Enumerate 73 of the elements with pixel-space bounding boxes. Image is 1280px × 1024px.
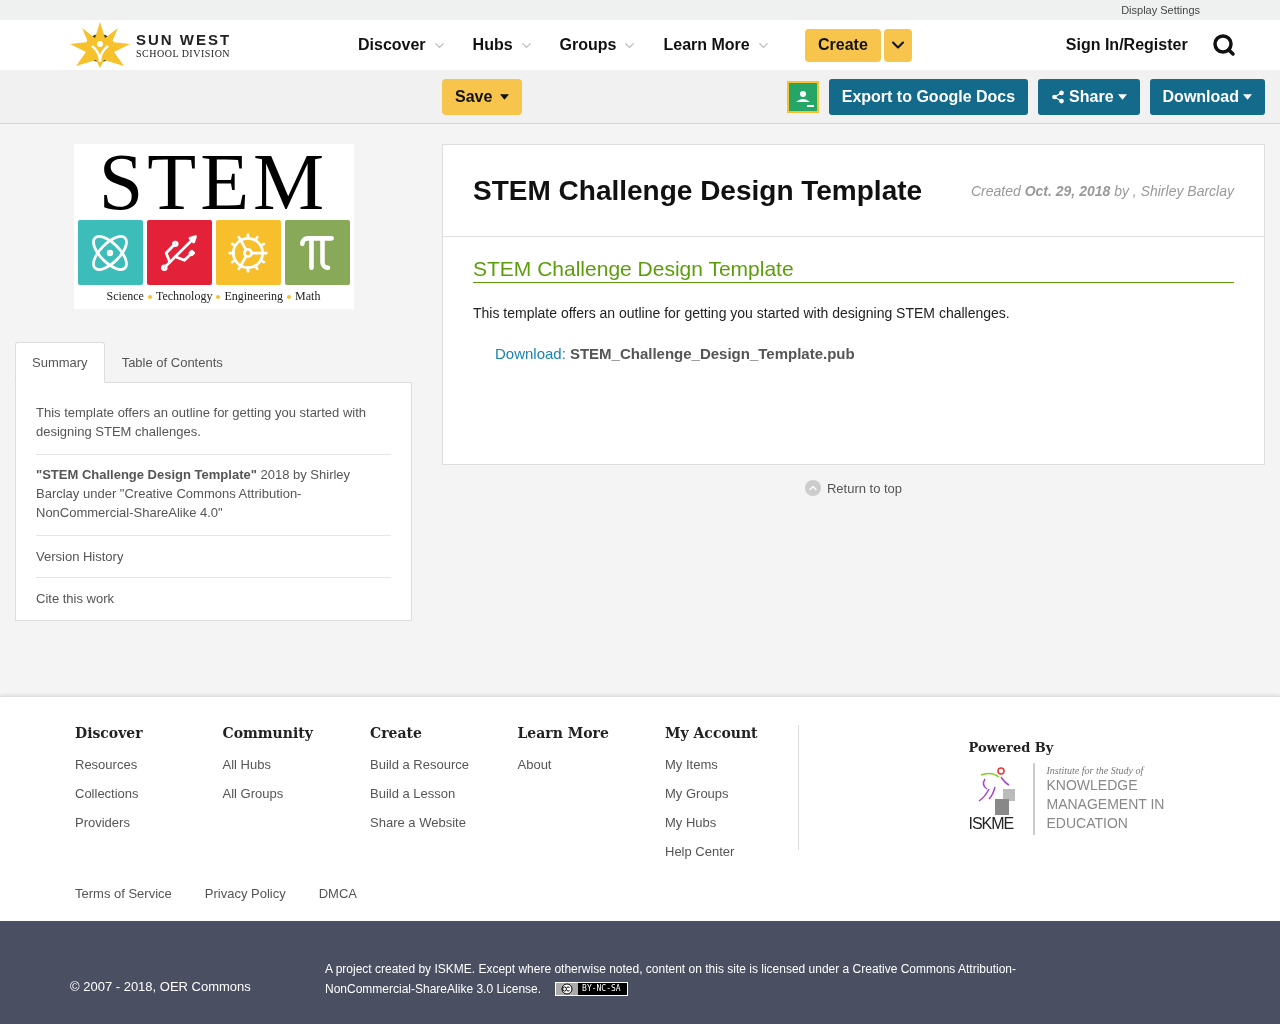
legal-link[interactable]: Terms of Service xyxy=(75,886,172,901)
thumbnail-title: STEM xyxy=(98,144,329,220)
legal-link[interactable]: Privacy Policy xyxy=(204,886,286,901)
section-title: STEM Challenge Design Template xyxy=(473,257,1234,283)
caption-word: Engineering xyxy=(224,289,284,304)
gear-icon xyxy=(226,230,270,275)
export-button[interactable]: Export to Google Docs xyxy=(828,78,1029,115)
footer-heading: Community xyxy=(222,725,315,741)
footer-link[interactable]: All Hubs xyxy=(222,750,370,779)
logo-name: SUN WEST xyxy=(136,31,232,47)
footer-link[interactable]: Resources xyxy=(75,750,223,779)
license-notice: NonCommercial-ShareAlike 3.0 License. xyxy=(325,981,542,998)
share-icon xyxy=(1051,89,1066,104)
caption-word: Technology xyxy=(155,289,213,304)
nav-menu-item[interactable]: Learn More xyxy=(663,36,771,54)
display-settings-link[interactable]: Display Settings xyxy=(1121,4,1200,16)
footer-heading: Learn More xyxy=(517,725,610,741)
attribution-text: "STEM Challenge Design Template" 2018 by Shirley Barclay under "Creative Commons Attribution-NonCommercial-ShareAlike 4.0" xyxy=(36,455,391,536)
partner-tagline: Institute for the Study of xyxy=(1046,765,1146,776)
footer-link[interactable]: About xyxy=(517,750,665,779)
caret-icon xyxy=(500,93,510,100)
footer-link[interactable]: Build a Lesson xyxy=(370,779,518,808)
footer-heading: Discover xyxy=(75,725,144,741)
tab[interactable]: Table of Contents xyxy=(104,342,240,383)
powered-by-label: Powered By xyxy=(968,740,1055,755)
up-icon xyxy=(804,480,821,496)
footer-link[interactable]: Help Center xyxy=(665,837,813,866)
summary-text: This template offers an outline for getting you started with designing STEM challenges. xyxy=(36,393,391,455)
nav-menu-item[interactable]: Groups xyxy=(559,36,638,54)
caret-icon xyxy=(1117,93,1127,100)
return-to-top-link[interactable]: Return to top xyxy=(442,480,1265,496)
download-link[interactable]: Download: xyxy=(495,345,566,362)
summary-link[interactable]: Cite this work xyxy=(36,578,391,606)
resource-title: STEM Challenge Design Template xyxy=(473,174,923,207)
cc-icon xyxy=(556,983,579,995)
resource-description: This template offers an outline for getting you started with designing STEM challenges. xyxy=(473,305,1011,321)
legal-link[interactable]: DMCA xyxy=(318,886,357,901)
create-menu-button[interactable] xyxy=(883,28,912,62)
created-info: Created Oct. 29, 2018 by , Shirley Barclay xyxy=(970,182,1234,199)
footer-link[interactable]: My Items xyxy=(665,750,813,779)
sign-in-link[interactable]: Sign In/Register xyxy=(1065,36,1188,54)
caption-word: Math xyxy=(295,289,321,304)
copyright-text: © 2007 - 2018, OER Commons xyxy=(70,979,252,996)
footer-link[interactable]: My Hubs xyxy=(665,808,813,837)
save-button[interactable]: Save xyxy=(442,78,523,115)
footer-link[interactable]: All Groups xyxy=(222,779,370,808)
footer-link[interactable]: Providers xyxy=(75,808,223,837)
license-notice: A project created by ISKME. Except where otherwise noted, content on this site is licensed under a Creative Commons Attribution- xyxy=(325,961,1017,978)
create-button[interactable]: Create xyxy=(805,28,881,62)
footer-heading: Create xyxy=(370,725,423,741)
footer-link[interactable]: Build a Resource xyxy=(370,750,518,779)
tab[interactable]: Summary xyxy=(15,342,105,383)
nav-menu-item[interactable]: Discover xyxy=(358,36,447,54)
footer-link[interactable]: Share a Website xyxy=(370,808,518,837)
bullet-icon xyxy=(216,294,221,299)
summary-link[interactable]: Version History xyxy=(36,536,391,578)
bullet-icon xyxy=(147,294,152,299)
footer-link[interactable]: Collections xyxy=(75,779,223,808)
classroom-icon[interactable] xyxy=(786,80,819,113)
footer-heading: My Account xyxy=(665,725,759,741)
share-button[interactable]: Share xyxy=(1038,78,1140,115)
nav-menu-item[interactable]: Hubs xyxy=(472,36,534,54)
file-name: STEM_Challenge_Design_Template.pub xyxy=(569,345,855,362)
caption-word: Science xyxy=(106,289,144,304)
license-badge[interactable]: BY-NC-SA xyxy=(555,982,628,996)
footer-link[interactable]: My Groups xyxy=(665,779,813,808)
download-button[interactable]: Download xyxy=(1149,78,1265,115)
logo-subtitle: SCHOOL DIVISION xyxy=(136,48,232,59)
bullet-icon xyxy=(287,294,292,299)
partner-acronym: ISKME xyxy=(968,815,1015,833)
partner-name: KNOWLEDGE MANAGEMENT IN EDUCATION xyxy=(1046,776,1166,833)
caret-icon xyxy=(1243,93,1252,100)
search-button[interactable] xyxy=(1211,33,1236,57)
